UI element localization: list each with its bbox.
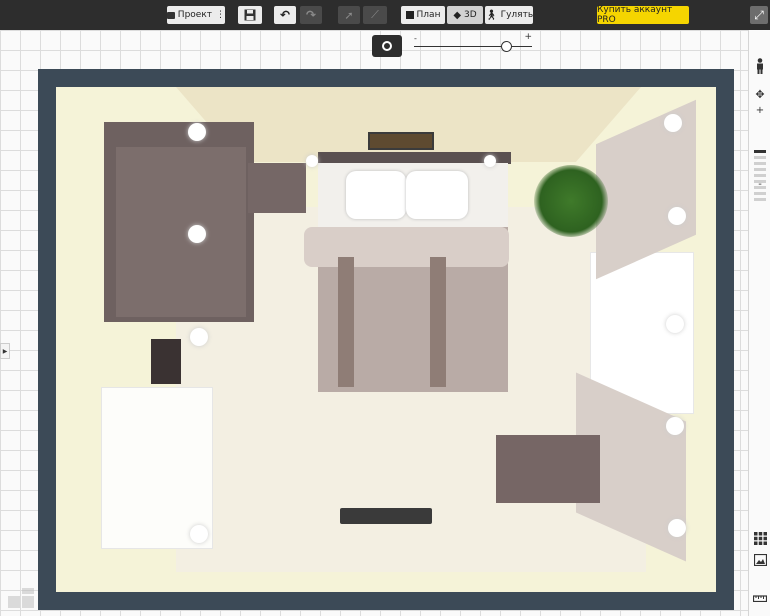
plan-label: План [416, 10, 441, 20]
zoom-slider[interactable]: - + [414, 32, 532, 54]
ruler-icon [753, 595, 767, 602]
3d-label: 3D [464, 10, 477, 20]
pillow-right [406, 171, 468, 219]
compass-icon: ✥ [755, 87, 765, 101]
dresser [496, 435, 600, 503]
camera-button[interactable] [372, 35, 402, 57]
sidebar-toggle[interactable]: ▶ [0, 343, 10, 359]
floppy-disk-icon [244, 9, 256, 21]
wall-picture [368, 132, 434, 150]
zoom-in-button[interactable]: + [752, 102, 768, 118]
undo-icon: ↶ [279, 8, 291, 22]
rug [340, 508, 432, 524]
room-3d-view[interactable] [56, 87, 716, 592]
wall-lamp [306, 155, 318, 167]
project-button[interactable]: Проект ⋮ [167, 6, 225, 24]
walk-mode-button[interactable]: 🚶︎ Гулять [485, 6, 533, 24]
ceiling-lamp [190, 328, 208, 346]
ceiling-lamp [188, 123, 206, 141]
square-icon [405, 11, 414, 19]
zoom-plus-label: + [524, 32, 532, 42]
ceiling-lamp [668, 207, 686, 225]
zoom-thumb[interactable] [501, 41, 512, 52]
image-icon [753, 554, 767, 566]
cursor-arrow-icon: ➚ [344, 8, 354, 22]
camera-icon [382, 41, 392, 51]
person-icon [757, 58, 763, 74]
chevron-right-icon: ▶ [2, 347, 8, 355]
redo-icon: ↷ [305, 8, 317, 22]
folder-icon [167, 11, 175, 19]
zoom-minus-label: - [414, 34, 417, 43]
blanket-fold [304, 227, 509, 267]
undo-button[interactable]: ↶ [274, 6, 296, 24]
select-tool-button[interactable]: ➚ [338, 6, 360, 24]
grid-toggle-button[interactable] [752, 530, 768, 546]
ceiling-lamp [666, 417, 684, 435]
zoom-track [414, 46, 532, 47]
ceiling-lamp [664, 114, 682, 132]
blanket-stripe [430, 257, 446, 387]
ceiling-lamp [668, 519, 686, 537]
fullscreen-button[interactable]: ⤢ [750, 6, 768, 24]
save-button[interactable] [238, 6, 262, 24]
fullscreen-icon: ⤢ [754, 7, 764, 22]
more-vertical-icon: ⋮ [216, 10, 225, 20]
walk-label: Гулять [500, 10, 534, 20]
buy-pro-button[interactable]: Купить аккаунт PRO [597, 5, 689, 25]
ceiling-lamp [188, 225, 206, 243]
wall-lamp [484, 155, 496, 167]
navigation-arrows[interactable] [8, 588, 36, 608]
ruler-line-icon: ⟋ [371, 8, 379, 21]
blanket-stripe [338, 257, 354, 387]
right-toolbar: ✥ + - [748, 30, 770, 616]
compass-button[interactable]: ✥ [752, 86, 768, 102]
zoom-out-button[interactable]: - [752, 176, 768, 192]
pillow-left [346, 171, 406, 219]
nightstand [248, 163, 306, 213]
person-view-button[interactable] [752, 58, 768, 74]
grid-icon [753, 531, 767, 545]
3d-view-button[interactable]: ◆ 3D [447, 6, 483, 24]
ceiling-lamp [190, 525, 208, 543]
plan-view-button[interactable]: План [401, 6, 445, 24]
ruler-button[interactable] [752, 590, 768, 606]
project-label: Проект [177, 10, 212, 20]
plant [534, 165, 608, 237]
wardrobe-side [116, 147, 246, 317]
measure-tool-button[interactable]: ⟋ [363, 6, 387, 24]
ceiling-lamp [666, 315, 684, 333]
redo-button[interactable]: ↷ [300, 6, 322, 24]
walking-person-icon: 🚶︎ [484, 9, 498, 21]
top-toolbar: Проект ⋮ ↶ ↷ ➚ ⟋ План ◆ 3D 🚶︎ Гулять Куп… [0, 0, 770, 30]
cube-icon: ◆ [453, 9, 462, 21]
image-button[interactable] [752, 552, 768, 568]
chair [151, 339, 181, 384]
